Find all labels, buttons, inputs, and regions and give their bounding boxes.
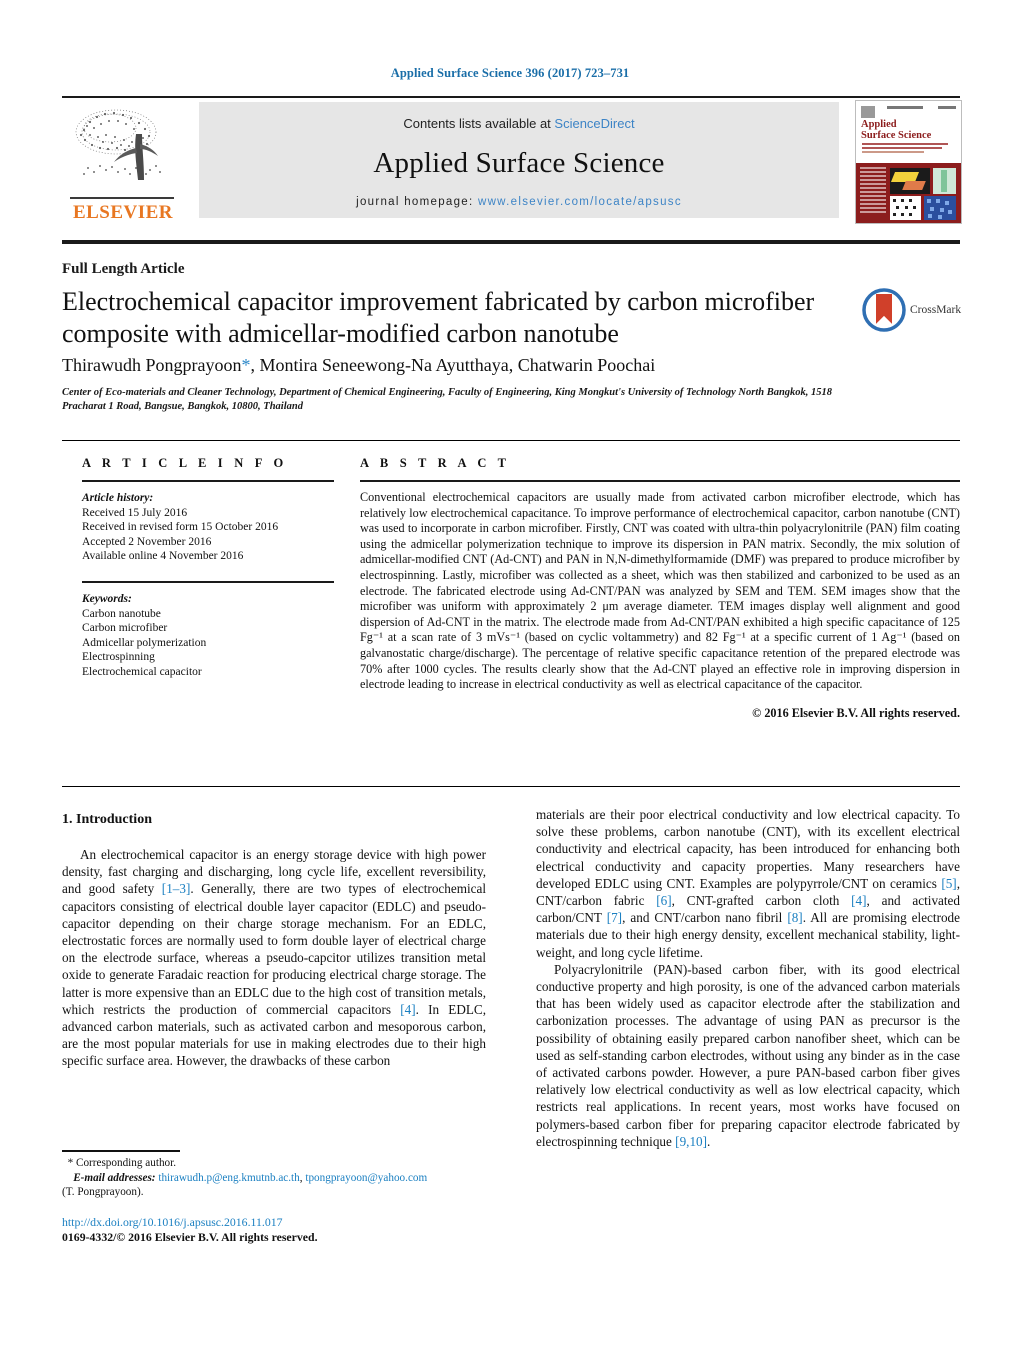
abstract-divider [360, 480, 960, 482]
history-item: Available online 4 November 2016 [82, 550, 244, 563]
doi-block: http://dx.doi.org/10.1016/j.apsusc.2016.… [62, 1215, 492, 1245]
email-link-secondary[interactable]: tpongprayoon@yahoo.com [305, 1172, 427, 1184]
abstract-column: A B S T R A C T Conventional electrochem… [360, 456, 960, 721]
section-heading-introduction: 1. Introduction [62, 812, 152, 827]
corresponding-author-note: * Corresponding author. [62, 1156, 492, 1171]
paragraph: Polyacrylonitrile (PAN)-based carbon fib… [536, 961, 960, 1150]
cover-contents-marks [860, 167, 886, 219]
citation-link[interactable]: [9,10] [675, 1134, 707, 1149]
author-list-rest: , Montira Seneewong-Na Ayutthaya, Chatwa… [250, 355, 656, 375]
journal-homepage-line: journal homepage: www.elsevier.com/locat… [199, 196, 839, 208]
article-history-block: Article history: Received 15 July 2016 R… [82, 491, 334, 564]
citation-link[interactable]: [4] [851, 893, 866, 908]
email-attribution: (T. Pongprayoon). [62, 1186, 144, 1199]
email-link-primary[interactable]: thirawudh.p@eng.kmutnb.ac.th [158, 1172, 299, 1184]
abstract-copyright: © 2016 Elsevier B.V. All rights reserved… [752, 705, 960, 720]
journal-cover-thumbnail: Applied Surface Science [855, 100, 962, 224]
keywords-block: Keywords: Carbon nanotube Carbon microfi… [82, 592, 334, 680]
journal-title: Applied Surface Science [373, 147, 665, 179]
cover-title-line2: Surface Science [861, 130, 932, 141]
keyword-item: Carbon microfiber [82, 622, 168, 635]
paragraph-text: materials are their poor electrical cond… [536, 807, 960, 891]
article-history-label: Article history: [82, 492, 154, 504]
history-item: Received in revised form 15 October 2016 [82, 521, 279, 534]
page-title: Electrochemical capacitor improvement fa… [62, 287, 815, 348]
keywords-divider [82, 580, 334, 583]
history-item: Received 15 July 2016 [82, 506, 188, 519]
article-info-divider [82, 480, 334, 482]
cover-title-line1: Applied [861, 119, 897, 130]
crossmark-icon [862, 288, 906, 332]
paragraph-text: , and CNT/carbon nano fibril [622, 910, 788, 926]
crossmark-label: CrossMark [910, 304, 962, 316]
info-section-top-rule [62, 440, 960, 441]
body-column-right: materials are their poor electrical cond… [536, 806, 960, 1150]
citation-link[interactable]: [7] [607, 910, 622, 925]
cover-figure-slabs [890, 168, 930, 194]
cover-subtitle-marks [862, 143, 954, 155]
keyword-item: Electrospinning [82, 651, 155, 664]
citation-link[interactable]: [4] [400, 1002, 415, 1017]
article-type-label: Full Length Article [62, 261, 185, 277]
masthead-top-rule [62, 96, 960, 98]
contents-available-line: Contents lists available at ScienceDirec… [199, 116, 839, 131]
paragraph-text: . [707, 1133, 711, 1149]
elsevier-tree-icon [70, 104, 176, 196]
running-head: Applied Surface Science 396 (2017) 723–7… [390, 66, 630, 80]
article-head-rule [62, 240, 960, 244]
footnote-block: * Corresponding author. E-mail addresses… [62, 1156, 492, 1200]
author-corresponding: Thirawudh Pongprayoon [62, 355, 242, 375]
paragraph: An electrochemical capacitor is an energ… [62, 846, 486, 1070]
keyword-item: Electrochemical capacitor [82, 665, 202, 678]
cover-header-marks [861, 105, 956, 118]
elsevier-logo: ELSEVIER [62, 102, 184, 224]
paragraph: materials are their poor electrical cond… [536, 806, 960, 961]
author-list: Thirawudh Pongprayoon*, Montira Seneewon… [62, 355, 942, 376]
abstract-text: Conventional electrochemical capacitors … [360, 490, 960, 692]
email-note: E-mail addresses: thirawudh.p@eng.kmutnb… [62, 1171, 428, 1199]
footnote-rule [62, 1150, 180, 1152]
cover-top-area: Applied Surface Science [856, 101, 961, 163]
cover-figure-lattice [890, 196, 921, 220]
footnote-text: Corresponding author. [73, 1157, 177, 1169]
homepage-prefix: journal homepage: [356, 196, 478, 208]
doi-link[interactable]: http://dx.doi.org/10.1016/j.apsusc.2016.… [62, 1215, 492, 1230]
paragraph-text: . Generally, there are two types of elec… [62, 881, 487, 1017]
citation-link[interactable]: [8] [787, 910, 802, 925]
journal-article-page: Applied Surface Science 396 (2017) 723–7… [0, 0, 1020, 1351]
issn-copyright-line: 0169-4332/© 2016 Elsevier B.V. All right… [62, 1230, 318, 1244]
citation-link[interactable]: [1–3] [162, 881, 191, 896]
cover-bottom-area [856, 163, 961, 223]
sciencedirect-link[interactable]: ScienceDirect [554, 116, 634, 131]
abstract-heading: A B S T R A C T [360, 456, 511, 470]
cover-title: Applied Surface Science [861, 119, 957, 141]
elsevier-tree-baseline [70, 197, 174, 199]
keyword-item: Carbon nanotube [82, 607, 161, 620]
email-label: E-mail addresses: [73, 1171, 156, 1184]
history-item: Accepted 2 November 2016 [82, 535, 212, 548]
journal-masthead: ELSEVIER Contents lists available at Sci… [62, 96, 962, 224]
paragraph-text: , CNT-grafted carbon cloth [671, 893, 852, 909]
keyword-item: Admicellar polymerization [82, 636, 207, 649]
crossmark-badge[interactable]: CrossMark [862, 288, 962, 338]
elsevier-wordmark: ELSEVIER [72, 202, 174, 223]
body-column-left: 1. Introduction An electrochemical capac… [62, 812, 486, 1070]
cover-figure-tube [933, 168, 956, 194]
paragraph-text: Polyacrylonitrile (PAN)-based carbon fib… [536, 961, 960, 1149]
citation-link[interactable]: [5] [941, 876, 956, 891]
article-info-heading: A R T I C L E I N F O [82, 456, 288, 470]
keywords-label: Keywords: [82, 592, 132, 605]
body-section-top-rule [62, 786, 960, 787]
cover-figure-heatmap [924, 196, 956, 220]
article-info-column: A R T I C L E I N F O Article history: R… [82, 456, 334, 680]
citation-link[interactable]: [6] [656, 893, 671, 908]
affiliation: Center of Eco-materials and Cleaner Tech… [62, 387, 833, 412]
masthead-banner: Contents lists available at ScienceDirec… [199, 102, 839, 218]
contents-prefix: Contents lists available at [403, 116, 555, 131]
journal-homepage-link[interactable]: www.elsevier.com/locate/apsusc [478, 196, 682, 208]
